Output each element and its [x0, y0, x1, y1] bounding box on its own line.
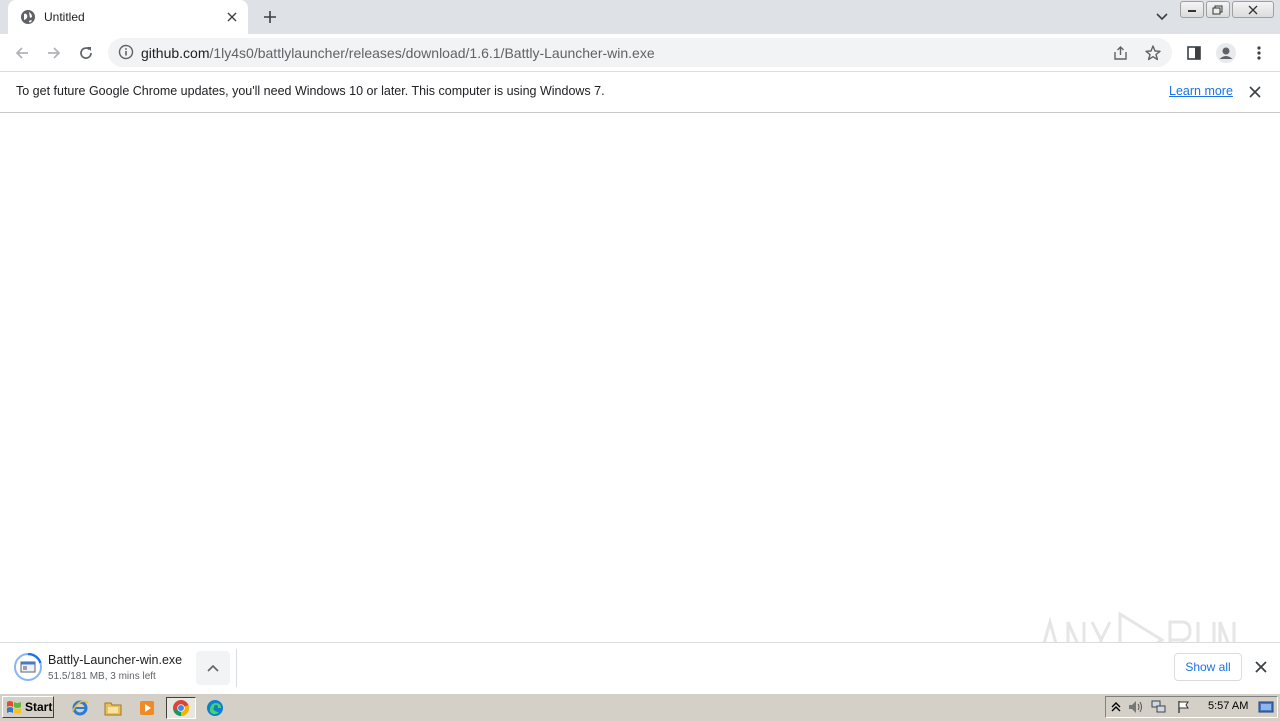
taskbar-clock[interactable]: 5:57 AM — [1208, 700, 1248, 712]
media-player-icon[interactable] — [136, 697, 158, 719]
start-label: Start — [25, 700, 53, 714]
show-all-button[interactable]: Show all — [1174, 653, 1242, 681]
chrome-taskbar-icon[interactable] — [166, 697, 196, 719]
profile-avatar-icon[interactable] — [1212, 39, 1240, 67]
browser-toolbar: github.com/1ly4s0/battlylauncher/release… — [0, 34, 1280, 72]
window-controls — [1180, 1, 1274, 18]
share-icon[interactable] — [1112, 44, 1130, 62]
minimize-icon[interactable] — [1180, 1, 1204, 18]
internet-explorer-icon[interactable] — [69, 697, 91, 719]
show-hidden-icons-icon[interactable] — [1108, 699, 1124, 715]
chevron-down-icon[interactable] — [1150, 5, 1174, 29]
edge-icon[interactable] — [204, 697, 226, 719]
infobar-message: To get future Google Chrome updates, you… — [16, 84, 605, 98]
page-content — [0, 113, 1280, 642]
tab-strip: Untitled — [0, 0, 1280, 34]
globe-icon — [20, 9, 36, 25]
tab-untitled[interactable]: Untitled — [8, 0, 248, 34]
download-shelf: Battly-Launcher-win.exe 51.5/181 MB, 3 m… — [0, 642, 1280, 693]
menu-kebab-icon[interactable] — [1245, 39, 1273, 67]
start-button[interactable]: Start — [2, 696, 54, 718]
system-tray: 5:57 AM — [1105, 696, 1278, 718]
shelf-close-icon[interactable] — [1253, 659, 1269, 675]
learn-more-link[interactable]: Learn more — [1169, 84, 1233, 98]
window-close-icon[interactable] — [1232, 1, 1274, 18]
url-host: github.com — [141, 45, 210, 61]
windows-taskbar: Start 5:57 AM — [0, 693, 1280, 721]
network-icon[interactable] — [1151, 699, 1167, 715]
back-icon[interactable] — [8, 39, 36, 67]
chevron-up-icon[interactable] — [196, 651, 230, 685]
volume-icon[interactable] — [1128, 699, 1144, 715]
executable-file-icon — [14, 652, 42, 681]
restore-icon[interactable] — [1206, 1, 1230, 18]
info-icon[interactable] — [118, 44, 134, 60]
new-tab-icon[interactable] — [258, 5, 282, 29]
show-desktop-icon[interactable] — [1258, 699, 1274, 715]
download-status: 51.5/181 MB, 3 mins left — [48, 671, 156, 682]
tab-close-icon[interactable] — [224, 9, 240, 25]
bookmark-star-icon[interactable] — [1144, 44, 1162, 62]
infobar-close-icon[interactable] — [1247, 84, 1263, 100]
side-panel-icon[interactable] — [1180, 39, 1208, 67]
divider — [236, 649, 237, 687]
update-infobar: To get future Google Chrome updates, you… — [0, 72, 1280, 113]
tab-title: Untitled — [44, 10, 85, 24]
url-path: /1ly4s0/battlylauncher/releases/download… — [209, 45, 655, 61]
address-bar[interactable]: github.com/1ly4s0/battlylauncher/release… — [108, 38, 1172, 67]
windows-flag-icon — [6, 700, 22, 714]
file-explorer-icon[interactable] — [102, 697, 124, 719]
action-center-flag-icon[interactable] — [1176, 699, 1192, 715]
reload-icon[interactable] — [72, 39, 100, 67]
forward-icon[interactable] — [40, 39, 68, 67]
download-file-name: Battly-Launcher-win.exe — [48, 653, 183, 667]
url-text: github.com/1ly4s0/battlylauncher/release… — [141, 45, 655, 61]
